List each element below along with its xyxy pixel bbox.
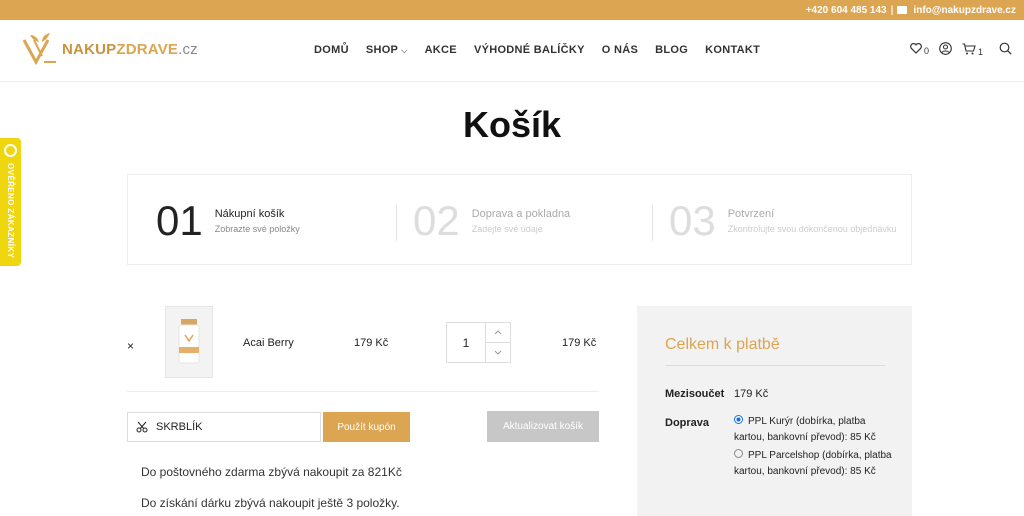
step-desc: Zkontrolujte svou dokončenou objednávku [727,224,897,234]
phone-link[interactable]: +420 604 485 143 [806,5,887,16]
chevron-down-icon [494,350,502,355]
shipping-label: Doprava [665,417,710,429]
nav-item-domu[interactable]: DOMŮ [314,44,349,56]
quantity-stepper: 1 [446,322,511,363]
radio-selected[interactable] [734,415,743,424]
shipping-option-parcelshop[interactable]: PPL Parcelshop (dobírka, platba kartou, … [734,448,894,480]
nav-item-shop-label: SHOP [365,44,399,56]
nav-item-shop[interactable]: SHOP ⌵ [366,44,408,56]
remove-item-button[interactable]: × [127,339,134,353]
logo-part1: NAKUP [62,40,117,58]
step-number: 02 [413,197,460,244]
wishlist-button[interactable]: 0 [910,42,930,57]
nav-item-akce[interactable]: AKCE [425,44,457,56]
header-icons: 0 1 [910,42,1012,58]
cart-count: 1 [978,46,984,57]
nav-item-balicky[interactable]: VÝHODNÉ BALÍČKY [474,44,585,56]
shipping-option-label: PPL Kurýr (dobírka, platba kartou, banko… [734,416,876,443]
mail-icon [897,6,908,14]
site-header: NAKUPZDRAVE.cz DOMŮ SHOP ⌵ AKCE VÝHODNÉ B… [0,20,1024,82]
gift-note: Do získání dárku zbývá nakoupit ještě 3 … [141,496,400,510]
coupon-input[interactable]: SKRBLÍK [156,421,202,433]
product-bottle-image [178,319,200,364]
email-link[interactable]: info@nakupzdrave.cz [913,5,1016,16]
cart-icon [962,42,976,54]
step-divider [652,205,653,241]
step-title: Doprava a pokladna [471,208,571,220]
subtotal-value: 179 Kč [734,388,769,400]
verified-badge[interactable]: OVĚŘENO ZÁKAZNÍKY [0,138,21,266]
step-shipping: 02 Doprava a pokladna Zadejte své údaje [413,197,570,245]
totals-divider [665,365,885,366]
step-number: 03 [669,197,716,244]
step-cart: 01 Nákupní košík Zobrazte své položky [156,197,300,245]
shipping-option-courier[interactable]: PPL Kurýr (dobírka, platba kartou, banko… [734,414,894,446]
quantity-decrease-button[interactable] [486,343,510,362]
user-icon [939,42,952,55]
step-desc: Zadejte své údaje [471,224,543,234]
logo-mark-icon [22,33,56,66]
scissors-icon [136,421,148,433]
topbar-separator: | [890,4,894,16]
page-title: Košík [462,104,562,145]
nav-item-kontakt[interactable]: KONTAKT [705,44,760,56]
nav-item-o-nas[interactable]: O NÁS [602,44,638,56]
cart-totals: Celkem k platbě Mezisoučet 179 Kč Doprav… [637,306,912,516]
step-desc: Zobrazte své položky [214,224,300,234]
logo-part3: .cz [178,40,198,58]
logo-part2: ZDRAVE [116,40,179,58]
free-shipping-note: Do poštovného zdarma zbývá nakoupit za 8… [141,465,402,479]
totals-title: Celkem k platbě [665,336,780,353]
search-button[interactable] [999,42,1012,58]
product-name[interactable]: Acai Berry [243,337,294,349]
quantity-increase-button[interactable] [486,323,510,343]
search-icon [999,42,1012,55]
checkout-steps: 01 Nákupní košík Zobrazte své položky 02… [127,174,912,265]
quantity-input[interactable]: 1 [447,323,485,362]
cart-item-row: × Acai Berry 179 Kč 1 179 Kč [127,306,599,392]
update-cart-button[interactable]: Aktualizovat košík [487,411,599,442]
logo[interactable]: NAKUPZDRAVE.cz [22,32,198,66]
step-divider [396,205,397,241]
logo-text: NAKUPZDRAVE.cz [62,41,198,58]
step-number: 01 [156,197,203,244]
apply-coupon-button[interactable]: Použít kupón [323,412,410,442]
chevron-down-icon: ⌵ [401,46,408,55]
radio-unselected[interactable] [734,449,743,458]
step-title: Nákupní košík [214,208,285,220]
shipping-option-label: PPL Parcelshop (dobírka, platba kartou, … [734,450,892,477]
subtotal-label: Mezisoučet [665,388,725,400]
product-thumbnail[interactable] [165,306,213,378]
main-nav: DOMŮ SHOP ⌵ AKCE VÝHODNÉ BALÍČKY O NÁS BL… [314,44,760,56]
top-bar: +420 604 485 143 | info@nakupzdrave.cz [0,0,1024,20]
heart-icon [910,42,922,54]
badge-text: OVĚŘENO ZÁKAZNÍKY [6,163,15,259]
cart-button[interactable]: 1 [962,42,984,58]
nav-item-blog[interactable]: BLOG [655,44,688,56]
wishlist-count: 0 [924,46,930,56]
account-button[interactable] [939,42,952,58]
coupon-field[interactable]: SKRBLÍK [127,412,321,442]
product-price: 179 Kč [354,337,389,349]
chevron-up-icon [494,330,502,335]
step-confirm: 03 Potvrzení Zkontrolujte svou dokončeno… [669,197,896,245]
product-subtotal: 179 Kč [562,337,597,349]
step-title: Potvrzení [727,208,775,220]
